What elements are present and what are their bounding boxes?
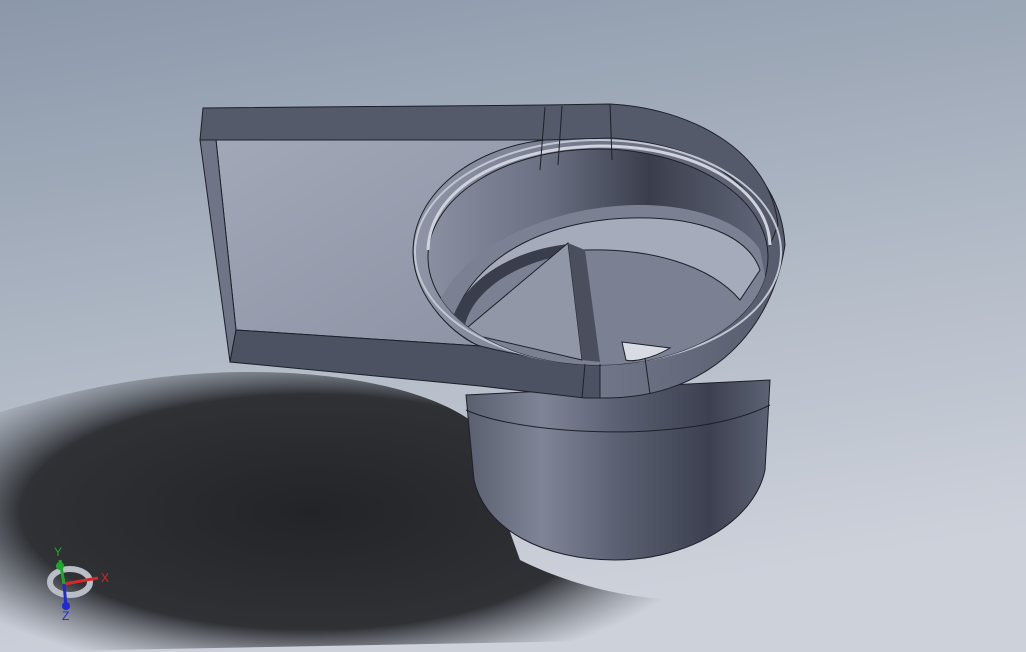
- model-scene[interactable]: X Y Z: [0, 0, 1026, 652]
- triad-y-endpoint: [56, 562, 64, 570]
- triad-x-label: X: [101, 571, 109, 585]
- triad-y-label: Y: [54, 545, 62, 559]
- triad-z-label: Z: [62, 609, 69, 623]
- cad-graphics-viewport[interactable]: X Y Z: [0, 0, 1026, 652]
